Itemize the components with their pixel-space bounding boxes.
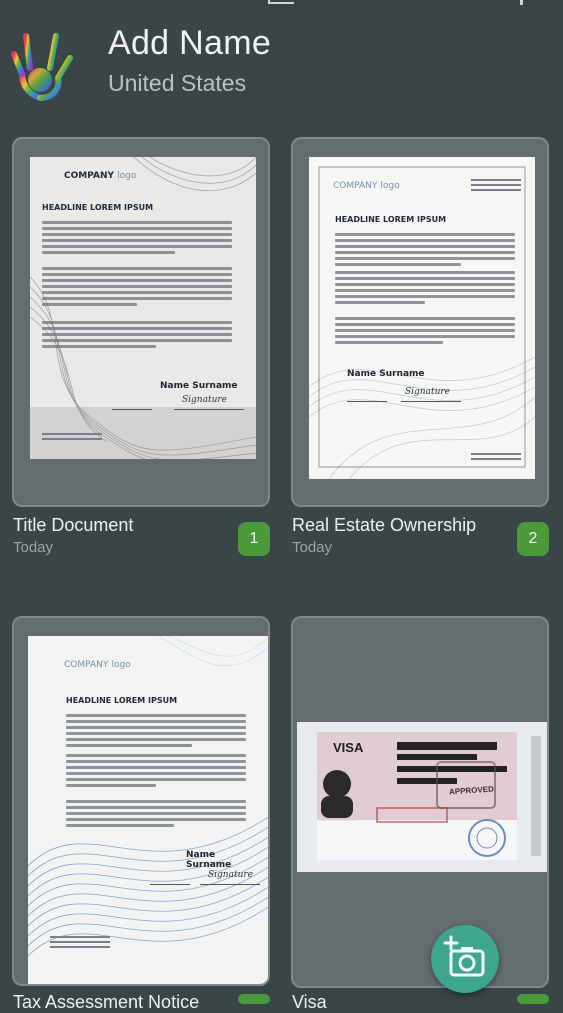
menu-icon-fragment [268,0,294,4]
hand-logo-icon [11,29,73,101]
visa-image: VISA APPROVED [297,722,547,872]
page-title[interactable]: Add Name [108,24,271,63]
body-text-block [335,233,515,269]
name-surname: Name Surname [347,369,425,379]
body-text-block [66,714,246,750]
body-text-block [335,317,515,347]
document-title[interactable]: Real Estate Ownership [292,515,476,536]
doc-headline: HEADLINE LOREM IPSUM [42,203,154,212]
visa-label: VISA [333,740,364,755]
name-surname: Name Surname [186,850,232,870]
body-text-block [66,800,246,830]
doc-headline: HEADLINE LOREM IPSUM [335,215,447,224]
body-text-block [335,271,515,307]
body-text-block [42,221,232,257]
document-date: Today [292,539,333,556]
body-text-block [42,321,232,351]
document-title-cutoff[interactable]: Tax Assessment Notice [13,992,199,1013]
page-count-badge [517,994,549,1004]
company-logo-text: COMPANY logo [333,181,400,191]
country-subtitle[interactable]: United States [108,70,246,97]
document-thumbnail[interactable]: COMPANY logo HEADLINE LOREM IPSUM Name S… [12,616,270,986]
signature: Signature [208,870,254,880]
document-card-real-estate[interactable]: COMPANY logo HEADLINE LOREM IPSUM Name S… [291,137,549,556]
document-card-title[interactable]: COMPANY logo HEADLINE LOREM IPSUM Name S… [12,137,270,556]
page-count-badge [238,994,270,1004]
document-thumbnail[interactable]: COMPANY logo HEADLINE LOREM IPSUM Name S… [291,137,549,507]
signature: Signature [405,387,451,397]
document-date: Today [13,539,54,556]
page-count-badge: 2 [517,522,549,556]
page-count-badge: 1 [238,522,270,556]
name-surname: Name Surname [160,381,238,391]
add-document-button[interactable] [431,925,499,993]
document-card-tax[interactable]: COMPANY logo HEADLINE LOREM IPSUM Name S… [12,616,270,986]
document-title[interactable]: Title Document [13,515,133,536]
header: Add Name United States [0,18,563,108]
overflow-icon-fragment [520,0,523,5]
company-logo-text: COMPANY logo [64,660,131,670]
document-title-cutoff[interactable]: Visa [292,992,327,1013]
body-text-block [66,754,246,790]
document-thumbnail[interactable]: VISA APPROVED [291,616,549,988]
document-card-visa[interactable]: VISA APPROVED [291,616,549,988]
camera-plus-icon [443,935,485,977]
doc-headline: HEADLINE LOREM IPSUM [66,696,178,705]
document-thumbnail[interactable]: COMPANY logo HEADLINE LOREM IPSUM Name S… [12,137,270,507]
status-bar-fragment [0,0,563,8]
signature: Signature [182,395,228,405]
company-logo-text: COMPANY logo [64,171,137,181]
body-text-block [42,267,232,309]
